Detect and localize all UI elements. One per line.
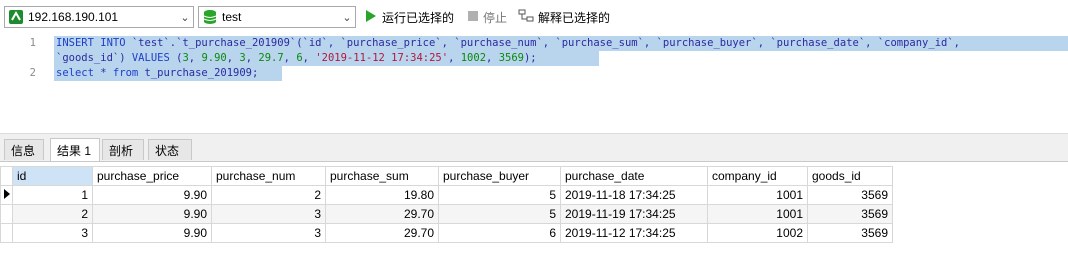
cell-purchase-buyer[interactable]: 5 xyxy=(438,204,561,224)
cell-goods-id[interactable]: 3569 xyxy=(807,185,893,205)
explain-selected-label: 解释已选择的 xyxy=(538,10,611,25)
code-token: 29.7 xyxy=(258,52,284,64)
cell-purchase-sum[interactable]: 19.80 xyxy=(325,185,439,205)
column-header-id[interactable]: id xyxy=(12,166,93,186)
explain-selected-button[interactable]: 解释已选择的 xyxy=(518,6,610,28)
code-token: from xyxy=(112,67,145,79)
code-token: 1002 xyxy=(460,52,487,64)
cell-id[interactable]: 3 xyxy=(12,223,93,243)
chevron-down-icon[interactable]: ⌄ xyxy=(339,11,355,24)
database-value: test xyxy=(222,10,242,24)
cell-company-id[interactable]: 1001 xyxy=(707,185,808,205)
cell-purchase-num[interactable]: 2 xyxy=(211,185,326,205)
grid-header-row: id purchase_price purchase_num purchase_… xyxy=(0,166,893,186)
cell-purchase-date[interactable]: 2019-11-18 17:34:25 xyxy=(560,185,708,205)
column-header-company-id[interactable]: company_id xyxy=(707,166,808,186)
code-token: `goods_id`) xyxy=(56,52,132,64)
code-line-1-wrap: `goods_id`) VALUES (3, 9.90, 3, 29.7, 6,… xyxy=(56,51,537,66)
column-header-purchase-sum[interactable]: purchase_sum xyxy=(325,166,439,186)
code-token: 3569 xyxy=(498,52,524,64)
column-header-purchase-num[interactable]: purchase_num xyxy=(211,166,326,186)
connection-select[interactable]: 192.168.190.101 ⌄ xyxy=(4,6,194,28)
column-header-goods-id[interactable]: goods_id xyxy=(807,166,893,186)
current-row-pointer-icon xyxy=(0,185,13,205)
code-line-1: INSERT INTO `test`.`t_purchase_201909`(`… xyxy=(56,36,960,51)
tab-profile[interactable]: 剖析 xyxy=(102,139,144,160)
line-number: 1 xyxy=(29,37,36,49)
table-row[interactable]: 1 9.90 2 19.80 5 2019-11-18 17:34:25 100… xyxy=(0,185,893,205)
code-token: t_purchase_201909; xyxy=(144,67,259,79)
cell-goods-id[interactable]: 3569 xyxy=(807,204,893,224)
code-token: , xyxy=(448,52,461,64)
code-token: select xyxy=(56,67,101,79)
code-token: , xyxy=(245,52,259,64)
code-token: , xyxy=(188,52,202,64)
stop-icon xyxy=(467,10,479,25)
code-token: INSERT INTO xyxy=(56,37,132,49)
chevron-down-icon[interactable]: ⌄ xyxy=(177,11,193,24)
cell-purchase-buyer[interactable]: 6 xyxy=(438,223,561,243)
cell-company-id[interactable]: 1002 xyxy=(707,223,808,243)
cell-company-id[interactable]: 1001 xyxy=(707,204,808,224)
database-icon xyxy=(202,9,218,25)
result-tabs: 信息 结果 1 剖析 状态 xyxy=(0,137,1068,162)
cell-id[interactable]: 2 xyxy=(12,204,93,224)
cell-purchase-buyer[interactable]: 5 xyxy=(438,185,561,205)
code-token: 9.90 xyxy=(201,52,227,64)
cell-purchase-price[interactable]: 9.90 xyxy=(92,204,212,224)
table-row[interactable]: 2 9.90 3 29.70 5 2019-11-19 17:34:25 100… xyxy=(0,204,893,224)
run-selected-button[interactable]: 运行已选择的 xyxy=(364,6,454,28)
cell-id[interactable]: 1 xyxy=(12,185,93,205)
column-header-purchase-date[interactable]: purchase_date xyxy=(560,166,708,186)
row-indicator-header xyxy=(0,166,13,186)
column-header-purchase-buyer[interactable]: purchase_buyer xyxy=(438,166,561,186)
code-token: * xyxy=(100,67,113,79)
tab-info[interactable]: 信息 xyxy=(4,139,44,160)
code-token: , xyxy=(283,52,297,64)
row-indicator xyxy=(0,223,13,243)
code-area[interactable]: INSERT INTO `test`.`t_purchase_201909`(`… xyxy=(44,36,1068,132)
cell-purchase-num[interactable]: 3 xyxy=(211,223,326,243)
cell-purchase-date[interactable]: 2019-11-19 17:34:25 xyxy=(560,204,708,224)
code-token: ); xyxy=(523,52,537,64)
code-token: , xyxy=(226,52,240,64)
cell-purchase-price[interactable]: 9.90 xyxy=(92,185,212,205)
result-grid[interactable]: id purchase_price purchase_num purchase_… xyxy=(0,166,893,243)
connection-value: 192.168.190.101 xyxy=(28,10,119,24)
table-row[interactable]: 3 9.90 3 29.70 6 2019-11-12 17:34:25 100… xyxy=(0,223,893,243)
column-header-purchase-price[interactable]: purchase_price xyxy=(92,166,212,186)
database-select[interactable]: test ⌄ xyxy=(198,6,356,28)
code-token: , xyxy=(486,52,499,64)
explain-icon xyxy=(518,8,534,27)
cell-purchase-sum[interactable]: 29.70 xyxy=(325,223,439,243)
connection-icon xyxy=(8,9,24,25)
stop-label: 停止 xyxy=(483,10,508,25)
code-token: VALUES xyxy=(131,52,177,64)
stop-button[interactable]: 停止 xyxy=(467,6,507,28)
line-number: 2 xyxy=(29,67,36,79)
cell-purchase-sum[interactable]: 29.70 xyxy=(325,204,439,224)
tab-status[interactable]: 状态 xyxy=(148,139,192,160)
code-line-2: select * from t_purchase_201909; xyxy=(56,66,258,81)
cell-purchase-price[interactable]: 9.90 xyxy=(92,223,212,243)
cell-purchase-num[interactable]: 3 xyxy=(211,204,326,224)
line-number-gutter: 1 2 xyxy=(0,36,44,132)
cell-goods-id[interactable]: 3569 xyxy=(807,223,893,243)
play-icon xyxy=(364,9,378,26)
run-selected-label: 运行已选择的 xyxy=(382,10,455,25)
code-token: '2019-11-12 17:34:25' xyxy=(315,52,449,64)
row-indicator xyxy=(0,204,13,224)
code-token: , xyxy=(302,52,316,64)
query-toolbar: 192.168.190.101 ⌄ test ⌄ 运行已选择的 停止 解释已选择… xyxy=(0,0,1068,36)
cell-purchase-date[interactable]: 2019-11-12 17:34:25 xyxy=(560,223,708,243)
code-token: `test`.`t_purchase_201909`(`id`, `purcha… xyxy=(131,37,960,49)
sql-editor[interactable]: 1 2 INSERT INTO `test`.`t_purchase_20190… xyxy=(0,36,1068,132)
tab-result-1[interactable]: 结果 1 xyxy=(50,138,100,161)
